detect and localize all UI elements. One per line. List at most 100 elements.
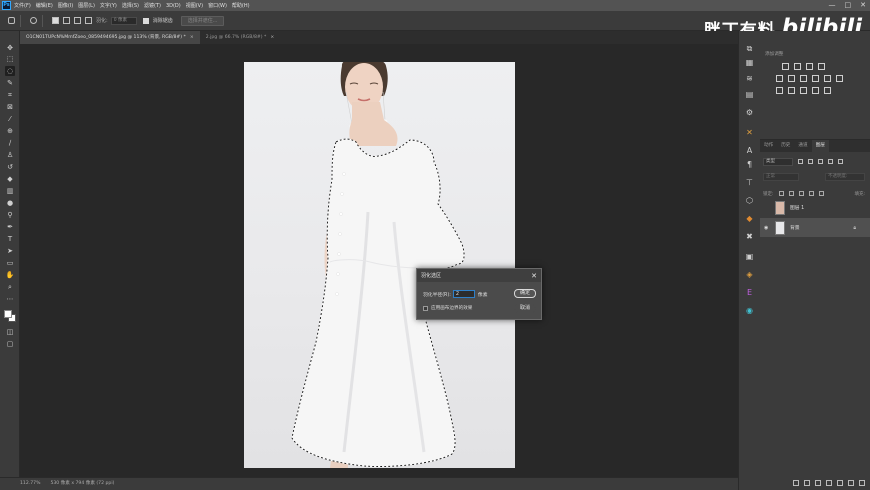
- tab-close-icon[interactable]: ×: [270, 35, 274, 40]
- circle-plugin-icon[interactable]: ◉: [744, 305, 755, 316]
- lasso-tool-icon[interactable]: ◌: [5, 66, 15, 76]
- clone-source-icon[interactable]: ▤: [744, 89, 755, 100]
- paragraph-icon[interactable]: ¶: [744, 159, 755, 170]
- layer-style-icon[interactable]: [804, 480, 810, 486]
- levels-icon[interactable]: [794, 63, 801, 70]
- character-icon[interactable]: A: [744, 145, 755, 156]
- frame-tool-icon[interactable]: ⊠: [5, 102, 15, 112]
- gradient-tool-icon[interactable]: ▥: [5, 186, 15, 196]
- zoom-tool-icon[interactable]: ⌕: [5, 282, 15, 292]
- menu-layer[interactable]: 图层(L): [78, 2, 95, 9]
- pen-tool-icon[interactable]: ✒: [5, 222, 15, 232]
- plugin-cube-icon[interactable]: ◆: [744, 213, 755, 224]
- delete-layer-icon[interactable]: [859, 480, 865, 486]
- dialog-close-icon[interactable]: ✕: [531, 272, 537, 280]
- tab-channels[interactable]: 通道: [794, 140, 811, 152]
- blur-tool-icon[interactable]: ●: [5, 198, 15, 208]
- intersect-selection-icon[interactable]: [85, 17, 92, 24]
- apply-canvas-bounds-label[interactable]: 应用画布边界的效果: [431, 305, 472, 311]
- new-group-icon[interactable]: [837, 480, 843, 486]
- tools-preset-icon[interactable]: ✕: [744, 127, 755, 138]
- foreground-color-swatch[interactable]: [4, 310, 12, 318]
- black-white-icon[interactable]: [812, 75, 819, 82]
- new-selection-icon[interactable]: [52, 17, 59, 24]
- tab-close-icon[interactable]: ×: [190, 35, 194, 40]
- cancel-button[interactable]: 取消: [514, 304, 536, 313]
- menu-file[interactable]: 文件(F): [14, 2, 31, 9]
- lock-artboard-icon[interactable]: [808, 191, 814, 196]
- ep-plugin-icon[interactable]: E: [744, 287, 755, 298]
- eyedropper-tool-icon[interactable]: ⁄: [5, 114, 15, 124]
- lock-transparent-icon[interactable]: [778, 191, 784, 196]
- menu-image[interactable]: 图像(I): [58, 2, 73, 9]
- filter-shape-icon[interactable]: [828, 159, 833, 164]
- new-layer-icon[interactable]: [848, 480, 854, 486]
- canvas-area[interactable]: [20, 44, 738, 477]
- maximize-button[interactable]: □: [845, 1, 852, 9]
- swatches-icon[interactable]: ▦: [744, 57, 755, 68]
- threshold-icon[interactable]: [800, 87, 807, 94]
- tab-actions[interactable]: 动作: [760, 140, 777, 152]
- menu-help[interactable]: 帮助(H): [232, 2, 250, 9]
- document-canvas[interactable]: [244, 62, 515, 468]
- lock-position-icon[interactable]: [798, 191, 804, 196]
- package-icon[interactable]: ◈: [744, 269, 755, 280]
- quick-mask-icon[interactable]: ◫: [5, 327, 15, 337]
- new-adjustment-icon[interactable]: [826, 480, 832, 486]
- feather-radius-input[interactable]: 2: [452, 290, 475, 298]
- shape-tool-icon[interactable]: ▭: [5, 258, 15, 268]
- more-tools-icon[interactable]: ⋯: [5, 294, 15, 304]
- hand-tool-icon[interactable]: ✋: [5, 270, 15, 280]
- tab-history[interactable]: 历史: [777, 140, 794, 152]
- menu-edit[interactable]: 编辑(E): [36, 2, 53, 9]
- marquee-tool-icon[interactable]: ⬚: [5, 54, 15, 64]
- posterize-icon[interactable]: [788, 87, 795, 94]
- menu-view[interactable]: 视图(V): [186, 2, 203, 9]
- layer-kind-select[interactable]: 类型: [763, 157, 793, 166]
- select-and-mask-button[interactable]: 选择并遮住...: [180, 15, 225, 26]
- filter-pixel-icon[interactable]: [798, 159, 803, 164]
- glyphs-icon[interactable]: ⊤: [744, 177, 755, 188]
- dodge-tool-icon[interactable]: ⚲: [5, 210, 15, 220]
- blend-mode-select[interactable]: 正常: [763, 173, 799, 181]
- crop-tool-icon[interactable]: ⌗: [5, 90, 15, 100]
- selective-color-icon[interactable]: [824, 87, 831, 94]
- quick-select-tool-icon[interactable]: ✎: [5, 78, 15, 88]
- filter-adjustment-icon[interactable]: [808, 159, 813, 164]
- menu-select[interactable]: 选择(S): [122, 2, 139, 9]
- healing-brush-tool-icon[interactable]: ⊕: [5, 126, 15, 136]
- tab-document-1[interactable]: O1CN01TUPcN%MmfZoeo_0859494695.jpg @ 113…: [20, 31, 200, 44]
- lock-image-icon[interactable]: [788, 191, 794, 196]
- 3d-icon[interactable]: ⬡: [744, 195, 755, 206]
- vibrance-icon[interactable]: [776, 75, 783, 82]
- screen-mode-icon[interactable]: ▢: [5, 339, 15, 349]
- photo-filter-icon[interactable]: [824, 75, 831, 82]
- eye-icon[interactable]: ◉: [764, 225, 770, 231]
- curves-icon[interactable]: [806, 63, 813, 70]
- adjust-icon[interactable]: ▣: [744, 251, 755, 262]
- layer-name[interactable]: 背景: [790, 224, 800, 231]
- layer-name[interactable]: 图层 1: [790, 204, 804, 211]
- zoom-level[interactable]: 112.77%: [20, 478, 40, 490]
- add-mask-icon[interactable]: [815, 480, 821, 486]
- ok-button[interactable]: 确定: [514, 289, 536, 298]
- subtract-selection-icon[interactable]: [74, 17, 81, 24]
- brightness-icon[interactable]: [782, 63, 789, 70]
- exposure-icon[interactable]: [818, 63, 825, 70]
- lock-all-icon[interactable]: [818, 191, 824, 196]
- move-tool-icon[interactable]: ✥: [5, 43, 15, 53]
- hue-saturation-icon[interactable]: [788, 75, 795, 82]
- filter-type-icon[interactable]: [818, 159, 823, 164]
- history-brush-tool-icon[interactable]: ↺: [5, 162, 15, 172]
- clone-stamp-tool-icon[interactable]: ♙: [5, 150, 15, 160]
- fill-label[interactable]: 填充:: [854, 191, 865, 197]
- tab-layers[interactable]: 图层: [811, 140, 829, 152]
- eraser-tool-icon[interactable]: ◆: [5, 174, 15, 184]
- lasso-tool-icon[interactable]: [30, 17, 37, 24]
- tab-document-2[interactable]: 2.jpg @ 66.7% (RGB/8#) * ×: [200, 31, 280, 44]
- close-window-button[interactable]: ✕: [860, 1, 866, 9]
- type-tool-icon[interactable]: T: [5, 234, 15, 244]
- brush-tool-icon[interactable]: ∕: [5, 138, 15, 148]
- apply-canvas-bounds-checkbox[interactable]: [423, 305, 428, 311]
- feather-input[interactable]: 0 像素: [110, 16, 137, 25]
